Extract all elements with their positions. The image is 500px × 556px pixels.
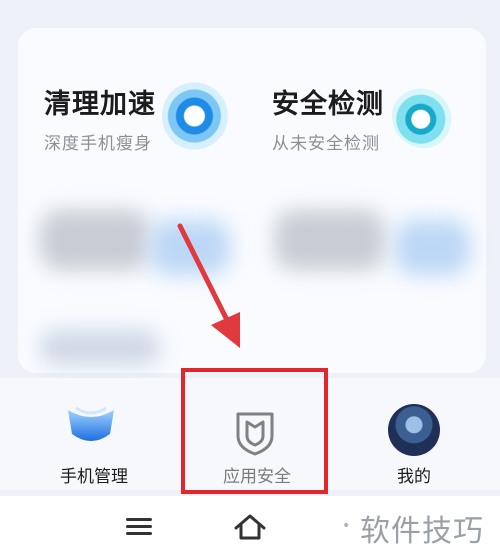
watermark-text: 软件技巧: [360, 514, 484, 549]
home-icon[interactable]: [232, 512, 268, 542]
watermark-dot-icon: •: [342, 518, 351, 534]
avatar: [388, 404, 440, 456]
phone-manager-logo-icon: [68, 406, 114, 441]
nav-item-phone-manager[interactable]: 手机管理: [26, 378, 162, 490]
red-highlight-box: [181, 368, 328, 494]
nav-label: 手机管理: [60, 467, 128, 487]
menu-icon[interactable]: [126, 518, 152, 536]
nav-item-mine[interactable]: 我的: [346, 378, 482, 490]
nav-label: 我的: [397, 467, 431, 487]
